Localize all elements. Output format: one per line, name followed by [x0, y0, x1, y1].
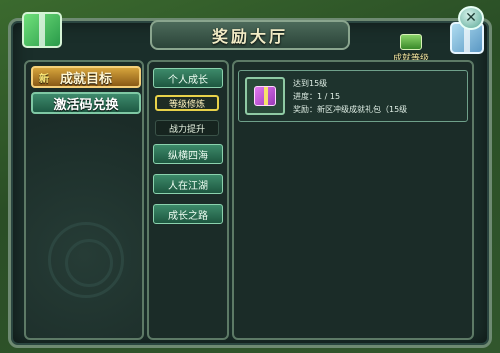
task-title: 达到15级: [293, 79, 328, 88]
category-personal-growth[interactable]: 个人成长: [153, 68, 223, 88]
category-roam-world[interactable]: 纵横四海: [153, 144, 223, 164]
left-tab-panel: 新 成就目标 激活码兑换: [24, 60, 144, 340]
task-reward: 奖励：新区冲级成就礼包（15级: [293, 105, 408, 114]
gift-box-icon: [254, 86, 276, 106]
category-path-of-growth[interactable]: 成长之路: [153, 204, 223, 224]
new-badge: 新: [39, 74, 49, 85]
tab-redeem-code[interactable]: 激活码兑换: [31, 92, 141, 114]
reward-icon-slot[interactable]: [245, 77, 285, 115]
tab-label: 激活码兑换: [53, 97, 119, 113]
close-button[interactable]: ✕: [458, 6, 484, 30]
task-item[interactable]: 达到15级 进度：1 / 15 奖励：新区冲级成就礼包（15级: [238, 70, 468, 122]
category-panel: 个人成长 等级修炼 战力提升 纵横四海 人在江湖 成长之路: [147, 60, 229, 340]
window-title: 奖励大厅: [150, 20, 350, 50]
tab-label: 成就目标: [59, 71, 112, 87]
subcategory-level-training[interactable]: 等级修炼: [155, 95, 219, 111]
task-progress: 进度：1 / 15: [293, 92, 341, 101]
subcategory-power-boost[interactable]: 战力提升: [155, 120, 219, 136]
task-details: 达到15级 进度：1 / 15 奖励：新区冲级成就礼包（15级: [293, 77, 407, 116]
task-list-panel: 达到15级 进度：1 / 15 奖励：新区冲级成就礼包（15级: [232, 60, 474, 340]
gift-box-icon: [400, 34, 422, 50]
decorative-ornament: [48, 222, 124, 298]
gift-box-icon: [22, 12, 62, 48]
tab-achievement-goals[interactable]: 新 成就目标: [31, 66, 141, 88]
category-in-jianghu[interactable]: 人在江湖: [153, 174, 223, 194]
